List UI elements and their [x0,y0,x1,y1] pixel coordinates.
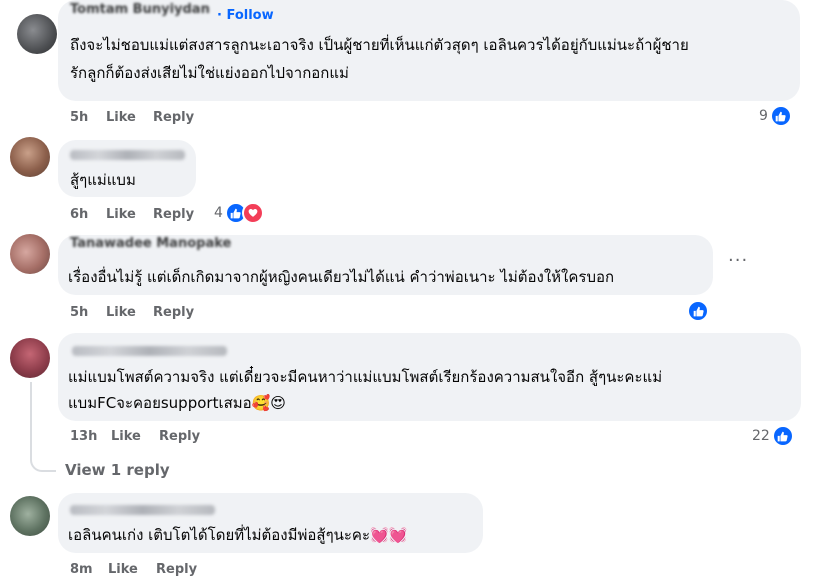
like-reaction-icon [769,105,792,127]
reaction-summary[interactable]: 22 [752,425,794,447]
like-reaction-icon [771,425,794,447]
comment-text-line: ถึงจะไม่ชอบแม่แต่สงสารลูกนะเอาจริง เป็นผ… [70,36,689,54]
reply-button[interactable]: Reply [153,110,194,125]
reaction-count: 4 [214,205,223,221]
reply-button[interactable]: Reply [153,305,194,320]
timestamp[interactable]: 8m [70,562,93,577]
like-button[interactable]: Like [106,110,136,125]
more-options-icon[interactable]: ··· [728,250,748,271]
comment-text-line: สู้ๆแม่แบม [70,171,136,189]
avatar[interactable] [10,137,50,177]
follow-label: Follow [226,8,274,23]
comment-text-line: เอลินคนเก่ง เติบโตได้โดยที่ไม่ต้องมีพ่อส… [68,526,408,544]
comment-author-blurred[interactable] [70,505,215,515]
avatar[interactable] [17,14,57,54]
comment: Tomtam Bunyiydan · Follow ถึงจะไม่ชอบแม่… [0,0,820,130]
follow-link[interactable]: · Follow [217,8,274,23]
comment-author[interactable]: Tanawadee Manopake [70,236,231,251]
timestamp[interactable]: 5h [70,110,88,125]
love-reaction-icon [241,202,264,224]
comment-bubble: Tomtam Bunyiydan · Follow ถึงจะไม่ชอบแม่… [58,0,800,101]
comment-bubble: สู้ๆแม่แบม [58,140,196,197]
view-replies-link[interactable]: View 1 reply [65,461,170,479]
comment: แม่แบมโพสต์ความจริง แต่เดี๋ยวจะมีคนหาว่า… [0,330,820,460]
reaction-summary[interactable]: 9 [759,105,792,127]
reply-button[interactable]: Reply [153,207,194,222]
like-button[interactable]: Like [106,305,136,320]
reaction-summary[interactable] [687,300,709,322]
reply-button[interactable]: Reply [159,429,200,444]
reaction-count: 22 [752,428,770,444]
comment-text-line: แบมFCจะคอยsupportเสมอ🥰😍 [68,394,286,412]
reply-button[interactable]: Reply [156,562,197,577]
like-button[interactable]: Like [111,429,141,444]
comment: Tanawadee Manopake เรื่องอื่นไม่รู้ แต่เ… [0,232,820,327]
comment: เอลินคนเก่ง เติบโตได้โดยที่ไม่ต้องมีพ่อส… [0,488,820,582]
comment-bubble: Tanawadee Manopake เรื่องอื่นไม่รู้ แต่เ… [58,235,713,295]
comment-text-line: เรื่องอื่นไม่รู้ แต่เด็กเกิดมาจากผู้หญิง… [68,268,615,286]
comment-text-line: รักลูกก็ต้องส่งเสียไม่ใช่แย่งออกไปจากอกแ… [70,64,349,82]
timestamp[interactable]: 5h [70,305,88,320]
like-button[interactable]: Like [106,207,136,222]
avatar[interactable] [10,496,50,536]
timestamp[interactable]: 13h [70,429,97,444]
comment-author-blurred[interactable] [70,150,185,160]
like-reaction-icon [687,300,709,322]
reply-thread-line [30,382,56,472]
avatar[interactable] [10,338,50,378]
comment-author[interactable]: Tomtam Bunyiydan [70,2,210,17]
timestamp[interactable]: 6h [70,207,88,222]
avatar[interactable] [10,234,50,274]
comment-author-blurred[interactable] [72,346,227,356]
reaction-summary[interactable]: 4 [214,202,264,224]
like-button[interactable]: Like [108,562,138,577]
comment: สู้ๆแม่แบม 6h Like Reply 4 [0,135,820,227]
comment-bubble: แม่แบมโพสต์ความจริง แต่เดี๋ยวจะมีคนหาว่า… [58,333,801,421]
comment-text-line: แม่แบมโพสต์ความจริง แต่เดี๋ยวจะมีคนหาว่า… [68,368,663,386]
comment-bubble: เอลินคนเก่ง เติบโตได้โดยที่ไม่ต้องมีพ่อส… [58,493,483,553]
reaction-count: 9 [759,108,768,124]
